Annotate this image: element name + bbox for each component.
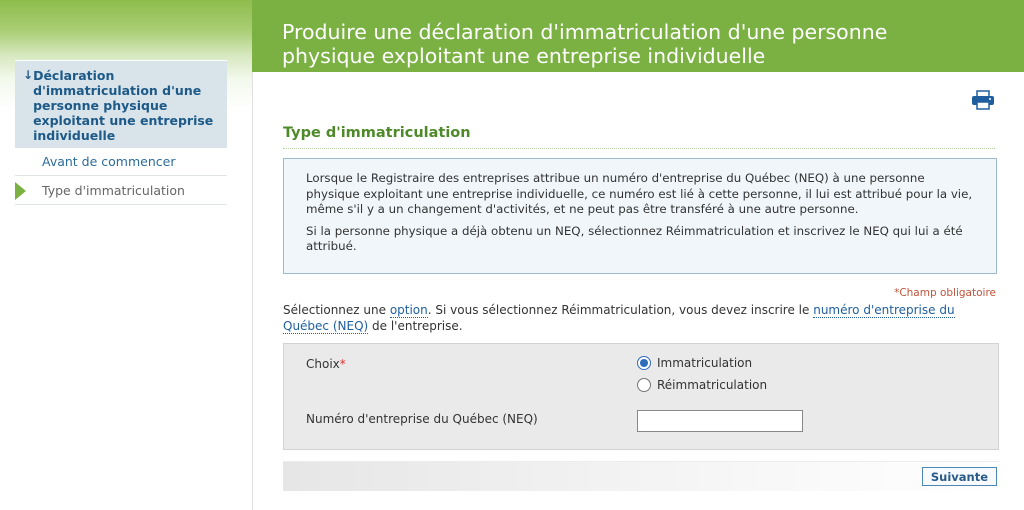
instruction-text: Sélectionnez une option. Si vous sélecti…: [283, 303, 955, 334]
info-paragraph: Si la personne physique a déjà obtenu un…: [306, 223, 963, 254]
neq-label: Numéro d'entreprise du Québec (NEQ): [306, 412, 538, 426]
section-title: Type d'immatriculation: [283, 125, 995, 149]
choice-label: Choix*: [306, 357, 346, 371]
sidebar-item-type-immatriculation: Type d'immatriculation: [15, 176, 227, 205]
neq-input[interactable]: [637, 410, 803, 432]
sidebar: ↓ Déclaration d'immatriculation d'une pe…: [15, 60, 227, 205]
radio-immatriculation[interactable]: Immatriculation: [637, 356, 752, 370]
sidebar-item-label: Type d'immatriculation: [42, 183, 185, 198]
button-bar: Suivante: [283, 461, 999, 491]
required-field-note: *Champ obligatoire: [894, 287, 996, 299]
main-content: Type d'immatriculation Lorsque le Regist…: [252, 72, 1024, 510]
sidebar-current-section-label: Déclaration d'immatriculation d'une pers…: [33, 68, 214, 143]
radio-label: Immatriculation: [657, 356, 753, 370]
option-help-link[interactable]: option: [389, 303, 428, 318]
sidebar-current-section[interactable]: ↓ Déclaration d'immatriculation d'une pe…: [15, 60, 227, 148]
printer-icon[interactable]: [971, 90, 995, 110]
info-box: Lorsque le Registraire des entreprises a…: [283, 158, 997, 274]
page-title: Produire une déclaration d'immatriculati…: [282, 20, 888, 68]
info-paragraph: Lorsque le Registraire des entreprises a…: [306, 171, 973, 216]
down-arrow-icon: ↓: [23, 68, 34, 82]
current-step-marker-icon: [15, 182, 26, 200]
sidebar-item-avant-de-commencer[interactable]: Avant de commencer: [15, 148, 227, 176]
next-button[interactable]: Suivante: [921, 467, 997, 486]
required-mark: *: [339, 357, 346, 371]
radio-button[interactable]: [637, 378, 651, 392]
radio-button-checked[interactable]: [637, 356, 651, 370]
radio-reimmatriculation[interactable]: Réimmatriculation: [637, 378, 767, 392]
form-box: Choix* Immatriculation Réimmatriculation…: [283, 343, 999, 450]
radio-label: Réimmatriculation: [657, 378, 768, 392]
